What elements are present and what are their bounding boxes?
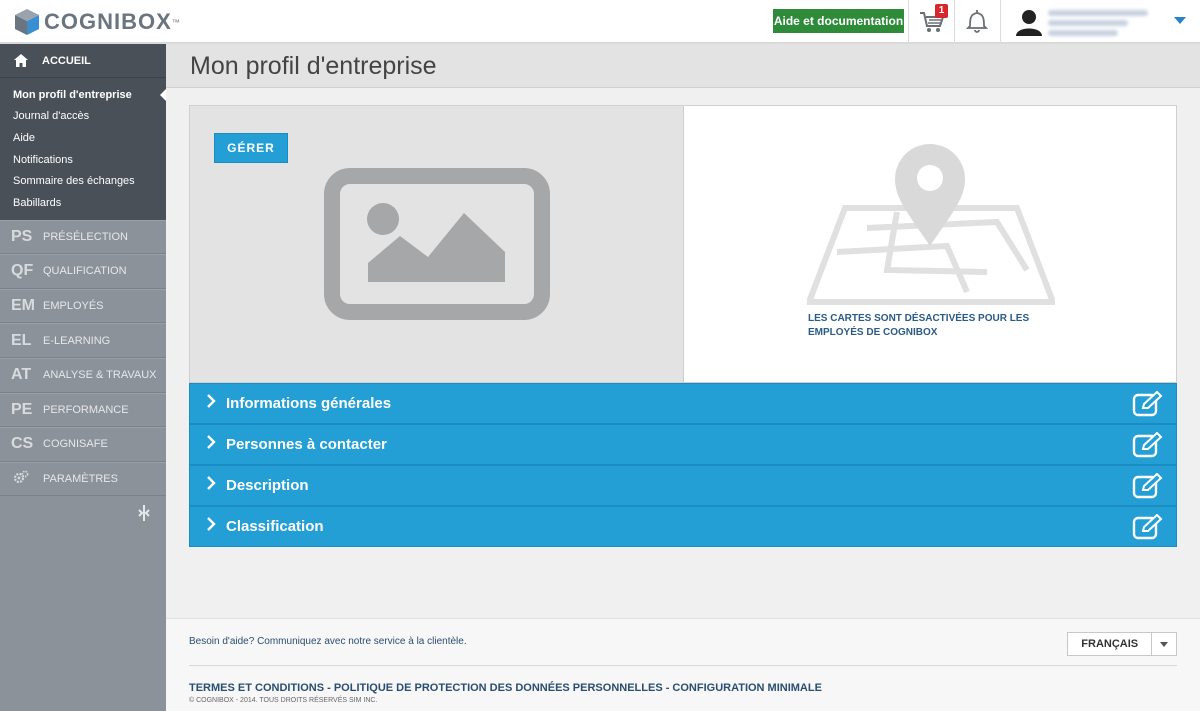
caret-down-icon[interactable] bbox=[1174, 17, 1186, 24]
home-icon bbox=[14, 54, 28, 67]
section-classification[interactable]: Classification bbox=[189, 506, 1177, 547]
bell-icon[interactable] bbox=[965, 8, 989, 34]
sidebar-home[interactable]: ACCUEIL bbox=[0, 44, 166, 78]
edit-icon[interactable] bbox=[1132, 391, 1164, 417]
chevron-right-icon bbox=[190, 476, 226, 495]
sidebar-module-analysis-works[interactable]: AT ANALYSE & TRAVAUX bbox=[0, 357, 166, 393]
top-bar: COGNIBOX ™ Aide et documentation 1 bbox=[0, 0, 1200, 44]
module-abbr: CS bbox=[11, 435, 34, 453]
sidebar-item-company-profile[interactable]: Mon profil d'entreprise bbox=[0, 84, 166, 106]
copyright: © COGNIBOX - 2014. TOUS DROITS RÉSERVÉS … bbox=[189, 697, 378, 704]
page-title: Mon profil d'entreprise bbox=[190, 52, 437, 80]
chevron-right-icon bbox=[190, 394, 226, 413]
user-avatar-icon[interactable] bbox=[1014, 8, 1044, 36]
sidebar-home-label: ACCUEIL bbox=[42, 54, 91, 67]
page-title-bar: Mon profil d'entreprise bbox=[166, 44, 1200, 88]
customer-service-link[interactable]: Besoin d'aide? Communiquez avec notre se… bbox=[189, 636, 467, 647]
module-abbr: EL bbox=[11, 331, 32, 349]
language-select[interactable]: FRANÇAIS bbox=[1067, 632, 1177, 656]
manage-image-button[interactable]: GÉRER bbox=[214, 133, 288, 163]
chevron-down-icon[interactable] bbox=[1152, 633, 1176, 655]
module-abbr: QF bbox=[11, 262, 34, 280]
sidebar-module-elearning[interactable]: EL E-LEARNING bbox=[0, 323, 166, 358]
map-disabled-note: LES CARTES SONT DÉSACTIVÉES POUR LES EMP… bbox=[808, 313, 1030, 338]
sidebar-item-help[interactable]: Aide bbox=[0, 127, 166, 149]
divider bbox=[908, 0, 909, 44]
sidebar-module-qualification[interactable]: QF QUALIFICATION bbox=[0, 254, 166, 289]
gear-icon bbox=[0, 470, 34, 489]
language-value: FRANÇAIS bbox=[1068, 633, 1153, 655]
section-contacts[interactable]: Personnes à contacter bbox=[189, 424, 1177, 465]
footer-links[interactable]: TERMES ET CONDITIONS - POLITIQUE DE PROT… bbox=[189, 682, 822, 694]
footer-divider bbox=[189, 665, 1177, 666]
edit-icon[interactable] bbox=[1132, 473, 1164, 499]
module-label: E-LEARNING bbox=[43, 334, 111, 347]
section-description[interactable]: Description bbox=[189, 465, 1177, 506]
module-label: PARAMÈTRES bbox=[43, 473, 118, 486]
module-label: ANALYSE & TRAVAUX bbox=[43, 369, 157, 382]
module-label: PERFORMANCE bbox=[43, 403, 129, 416]
user-name-redacted[interactable] bbox=[1048, 6, 1158, 38]
module-label: COGNISAFE bbox=[43, 438, 108, 451]
section-label: Classification bbox=[226, 518, 324, 535]
chevron-right-icon bbox=[190, 517, 226, 536]
logo-cube-icon bbox=[15, 9, 39, 35]
cognibox-logo[interactable]: COGNIBOX ™ bbox=[14, 6, 180, 38]
edit-icon[interactable] bbox=[1132, 514, 1164, 540]
sidebar-module-settings[interactable]: PARAMÈTRES bbox=[0, 461, 166, 497]
logo-trademark: ™ bbox=[171, 17, 180, 27]
help-documentation-button[interactable]: Aide et documentation bbox=[773, 9, 904, 33]
section-label: Informations générales bbox=[226, 395, 392, 412]
module-label: EMPLOYÉS bbox=[43, 300, 104, 313]
section-label: Description bbox=[226, 477, 309, 494]
sidebar-module-preselection[interactable]: PS PRÉSÉLECTION bbox=[0, 219, 166, 255]
module-abbr: EM bbox=[11, 297, 35, 315]
divider bbox=[1000, 0, 1001, 44]
sidebar-item-notifications[interactable]: Notifications bbox=[0, 149, 166, 171]
module-abbr: AT bbox=[11, 366, 32, 384]
module-label: QUALIFICATION bbox=[43, 265, 127, 278]
chevron-right-icon bbox=[190, 435, 226, 454]
map-pin-icon bbox=[807, 144, 1055, 305]
module-abbr: PS bbox=[11, 227, 33, 245]
sidebar-item-exchange-summary[interactable]: Sommaire des échanges bbox=[0, 170, 166, 192]
sidebar-module-employees[interactable]: EM EMPLOYÉS bbox=[0, 288, 166, 324]
cart-count-badge: 1 bbox=[935, 4, 948, 18]
sidebar-item-access-log[interactable]: Journal d'accès bbox=[0, 106, 166, 128]
map-panel: LES CARTES SONT DÉSACTIVÉES POUR LES EMP… bbox=[685, 106, 1176, 382]
section-general-info[interactable]: Informations générales bbox=[189, 383, 1177, 424]
sidebar-item-bulletin-boards[interactable]: Babillards bbox=[0, 192, 166, 214]
section-label: Personnes à contacter bbox=[226, 436, 387, 453]
logo-text: COGNIBOX bbox=[44, 9, 172, 34]
module-abbr: PE bbox=[11, 400, 33, 418]
footer: Besoin d'aide? Communiquez avec notre se… bbox=[166, 618, 1200, 711]
collapse-sidebar-icon[interactable] bbox=[135, 504, 153, 522]
profile-card: GÉRER LES CARTES SONT DÉSACTIVÉES POUR L… bbox=[189, 105, 1177, 383]
logo-panel: GÉRER bbox=[190, 106, 684, 382]
edit-icon[interactable] bbox=[1132, 432, 1164, 458]
sidebar-submenu: Mon profil d'entreprise Journal d'accès … bbox=[0, 78, 166, 220]
module-label: PRÉSÉLECTION bbox=[43, 230, 128, 243]
divider bbox=[954, 0, 955, 44]
sidebar: ACCUEIL Mon profil d'entreprise Journal … bbox=[0, 44, 166, 711]
sidebar-module-performance[interactable]: PE PERFORMANCE bbox=[0, 392, 166, 428]
sidebar-module-cognisafe[interactable]: CS COGNISAFE bbox=[0, 427, 166, 462]
image-placeholder-icon bbox=[324, 168, 550, 320]
